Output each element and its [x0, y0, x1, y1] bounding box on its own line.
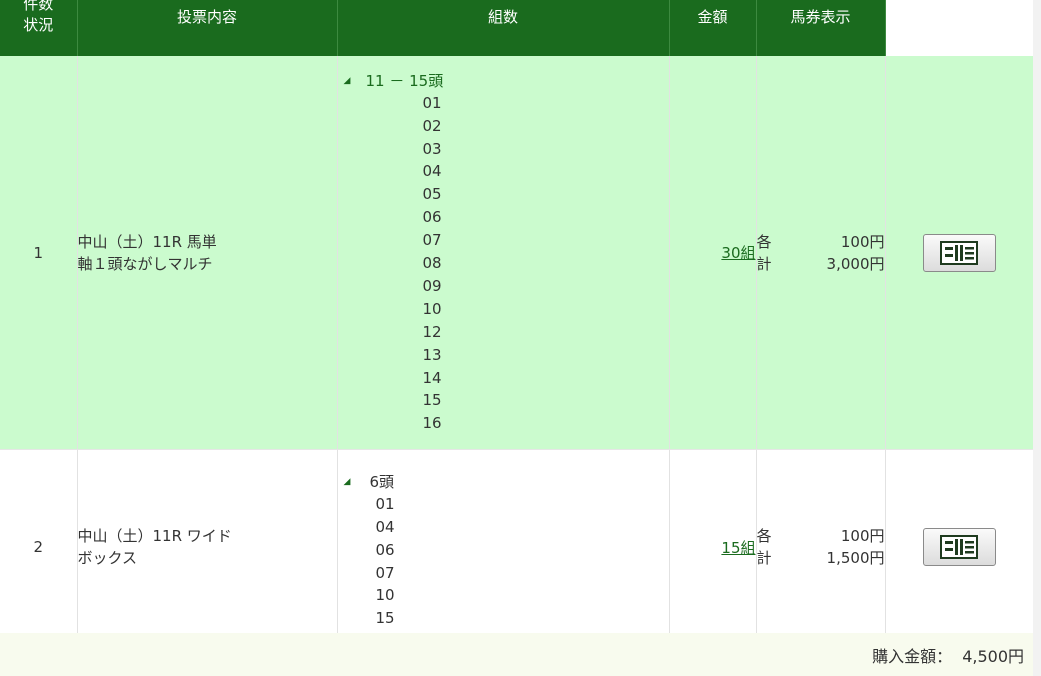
axis-toggle[interactable]: ◢ 6頭	[338, 471, 669, 493]
header-combos: 組数	[337, 0, 670, 56]
bet-description: 中山（土）11R ワイド ボックス	[77, 449, 338, 645]
table-header-row: 件数 状況 投票内容 組数 金額 馬券表示	[0, 0, 1033, 56]
horse-number: 10	[422, 299, 442, 318]
amount-total: 計 3,000円	[757, 253, 885, 275]
combo-count-link[interactable]: 30組	[721, 244, 755, 262]
table-row: 1 中山（土）11R 馬単 軸１頭ながしマルチ ◢ 11 － 15頭 01 02…	[0, 56, 1034, 450]
horse-number: 06	[422, 208, 442, 227]
amount-each-label: 各	[756, 527, 772, 545]
ticket-cell	[885, 449, 1034, 645]
horse-number: 15	[375, 609, 395, 628]
axis-label: 6頭	[369, 473, 395, 492]
axis-label: 11 － 15頭	[365, 72, 444, 91]
axis-toggle[interactable]: ◢ 11 － 15頭	[338, 70, 669, 92]
show-ticket-button[interactable]	[922, 233, 996, 272]
horse-number: 06	[375, 540, 395, 559]
horse-number: 02	[422, 116, 442, 135]
amount-cell: 各 100円 計 1,500円	[756, 449, 886, 645]
bet-method: ボックス	[77, 549, 138, 567]
horse-number: 14	[422, 368, 442, 387]
horse-number: 01	[422, 93, 442, 112]
amount-each-value: 100円	[840, 232, 885, 251]
horse-number-list: 01 02 03 04 05 06 07 08 09 10 12 13 14 1…	[338, 92, 669, 435]
bet-content: ◢ 6頭 01 04 06 07 10 15	[337, 449, 670, 645]
horse-number: 04	[375, 517, 395, 536]
row-index: 2	[0, 449, 78, 645]
horse-number-list: 01 04 06 07 10 15	[338, 493, 669, 630]
bet-confirmation-screen: 件数 状況 投票内容 組数 金額 馬券表示 1 中山（土）11R 馬単 軸１頭な…	[0, 0, 1041, 676]
horse-number: 07	[422, 231, 442, 250]
horse-number: 10	[375, 586, 395, 605]
triangle-collapse-icon: ◢	[343, 75, 351, 86]
horse-number: 03	[422, 139, 442, 158]
amount-total: 計 1,500円	[757, 547, 885, 569]
row-index: 1	[0, 56, 78, 450]
amount-total-value: 1,500円	[826, 549, 885, 567]
header-count-status: 件数 状況	[0, 0, 78, 56]
amount-total-value: 3,000円	[826, 254, 885, 273]
horse-number: 04	[422, 162, 442, 181]
bet-method: 軸１頭ながしマルチ	[77, 254, 213, 273]
amount-total-label: 計	[756, 254, 772, 273]
header-count-label: 件数	[23, 0, 54, 13]
amount-each: 各 100円	[757, 231, 885, 253]
bet-description: 中山（土）11R 馬単 軸１頭ながしマルチ	[77, 56, 338, 450]
ticket-icon	[940, 535, 978, 559]
header-content: 投票内容	[77, 0, 338, 56]
purchase-total-bar: 購入金額： 4,500円	[0, 633, 1033, 676]
header-status-label: 状況	[23, 16, 54, 34]
triangle-collapse-icon: ◢	[343, 476, 351, 487]
horse-number: 12	[422, 322, 442, 341]
horse-number: 13	[422, 345, 442, 364]
scrollbar-track[interactable]	[1033, 0, 1041, 676]
horse-number: 05	[422, 185, 442, 204]
amount-total-label: 計	[756, 549, 772, 567]
amount-each-value: 100円	[840, 527, 885, 545]
combo-count-cell: 15組	[669, 449, 757, 645]
horse-number: 15	[422, 391, 442, 410]
bet-table: 件数 状況 投票内容 組数 金額 馬券表示 1 中山（土）11R 馬単 軸１頭な…	[0, 0, 1034, 645]
header-ticket: 馬券表示	[756, 0, 886, 56]
show-ticket-button[interactable]	[922, 528, 996, 566]
bet-race-type: 中山（土）11R 馬単	[77, 232, 217, 251]
horse-number: 07	[375, 563, 395, 582]
horse-number: 09	[422, 276, 442, 295]
amount-each-label: 各	[756, 232, 772, 251]
header-amount: 金額	[669, 0, 757, 56]
purchase-total-value: 4,500円	[962, 646, 1024, 666]
bet-race-type: 中山（土）11R ワイド	[77, 527, 232, 545]
horse-number: 01	[375, 494, 395, 513]
amount-cell: 各 100円 計 3,000円	[756, 56, 886, 450]
ticket-cell	[885, 56, 1034, 450]
amount-each: 各 100円	[757, 525, 885, 547]
combo-count-link[interactable]: 15組	[721, 539, 755, 557]
table-row: 2 中山（土）11R ワイド ボックス ◢ 6頭 01 04 06 07 10 …	[0, 449, 1034, 645]
purchase-total-label: 購入金額：	[872, 646, 953, 666]
bet-content: ◢ 11 － 15頭 01 02 03 04 05 06 07 08 09 10	[337, 56, 670, 450]
ticket-icon	[940, 240, 978, 265]
horse-number: 08	[422, 254, 442, 273]
combo-count-cell: 30組	[669, 56, 757, 450]
horse-number: 16	[422, 414, 442, 433]
